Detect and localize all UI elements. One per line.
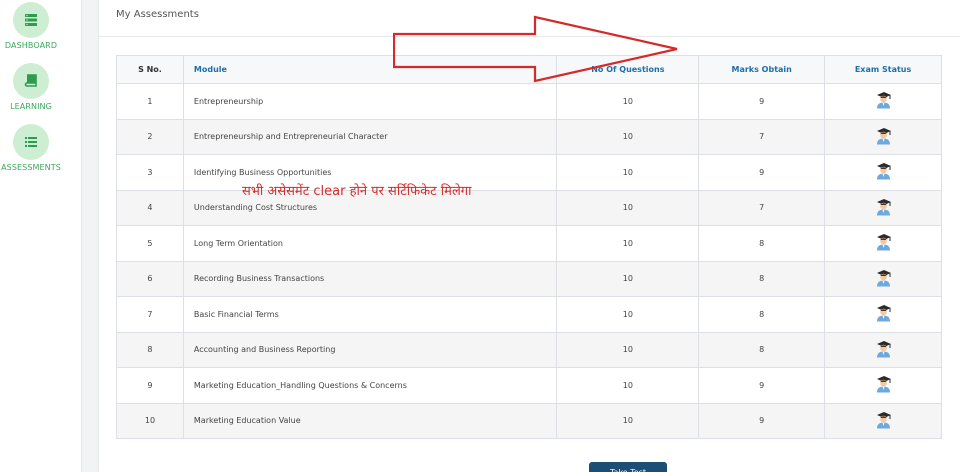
cell-marks: 8	[698, 225, 826, 262]
cell-module: Accounting and Business Reporting	[182, 331, 558, 368]
cell-questions: 10	[556, 367, 700, 404]
cell-marks: 9	[698, 402, 826, 439]
cell-sno: 4	[116, 189, 184, 226]
table-row: 6 Recording Business Transactions 10 8	[116, 260, 942, 297]
cell-questions: 10	[556, 225, 700, 262]
cell-questions: 10	[556, 83, 700, 120]
cell-questions: 10	[556, 260, 700, 297]
student-graduate-icon[interactable]	[875, 304, 892, 324]
cell-status	[824, 189, 942, 226]
table-row: 4 Understanding Cost Structures 10 7	[116, 189, 942, 226]
cell-sno: 10	[116, 402, 184, 439]
cell-module: Entrepreneurship and Entrepreneurial Cha…	[182, 118, 558, 155]
annotation-arrow	[393, 15, 678, 83]
cell-sno: 6	[116, 260, 184, 297]
cell-marks: 9	[698, 367, 826, 404]
cell-module: Basic Financial Terms	[182, 296, 558, 333]
table-row: 2 Entrepreneurship and Entrepreneurial C…	[116, 118, 942, 155]
student-graduate-icon[interactable]	[875, 162, 892, 182]
cell-marks: 8	[698, 331, 826, 368]
sidebar-item-label: DASHBOARD	[4, 41, 58, 50]
page-title: My Assessments	[116, 9, 199, 20]
cell-sno: 1	[116, 83, 184, 120]
table-row: 1 Entrepreneurship 10 9	[116, 83, 942, 120]
sidebar: DASHBOARD LEARNING ASSESSMENTS	[0, 0, 82, 472]
sidebar-item-label: ASSESSMENTS	[1, 163, 61, 172]
table-row: 10 Marketing Education Value 10 9	[116, 402, 942, 439]
student-graduate-icon[interactable]	[875, 198, 892, 218]
assessments-table: S No. Module No Of Questions Marks Obtai…	[116, 55, 942, 439]
student-graduate-icon[interactable]	[875, 375, 892, 395]
student-graduate-icon[interactable]	[875, 269, 892, 289]
table-row: 3 Identifying Business Opportunities 10 …	[116, 154, 942, 191]
cell-sno: 5	[116, 225, 184, 262]
take-test-button[interactable]: Take Test	[589, 462, 667, 472]
cell-questions: 10	[556, 296, 700, 333]
student-graduate-icon[interactable]	[875, 411, 892, 431]
table-row: 5 Long Term Orientation 10 8	[116, 225, 942, 262]
cell-module: Entrepreneurship	[182, 83, 558, 120]
list-icon	[13, 124, 49, 160]
column-header-status: Exam Status	[824, 55, 942, 84]
student-graduate-icon[interactable]	[875, 91, 892, 111]
cell-questions: 10	[556, 154, 700, 191]
cell-module: Marketing Education Value	[182, 402, 558, 439]
column-header-marks: Marks Obtain	[698, 55, 826, 84]
student-graduate-icon[interactable]	[875, 340, 892, 360]
dashboard-icon	[13, 2, 49, 38]
cell-questions: 10	[556, 402, 700, 439]
sidebar-item-label: LEARNING	[10, 102, 52, 111]
cell-status	[824, 83, 942, 120]
cell-module: Long Term Orientation	[182, 225, 558, 262]
cell-status	[824, 367, 942, 404]
cell-status	[824, 260, 942, 297]
cell-sno: 7	[116, 296, 184, 333]
cell-marks: 8	[698, 260, 826, 297]
cell-questions: 10	[556, 118, 700, 155]
cell-status	[824, 402, 942, 439]
sidebar-item-assessments[interactable]: ASSESSMENTS	[0, 124, 62, 172]
cell-module: Marketing Education_Handling Questions &…	[182, 367, 558, 404]
cell-status	[824, 118, 942, 155]
certificate-annotation: सभी असेसमेंट clear होने पर सर्टिफिकेट मि…	[242, 184, 472, 199]
cell-marks: 8	[698, 296, 826, 333]
cell-questions: 10	[556, 331, 700, 368]
table-row: 7 Basic Financial Terms 10 8	[116, 296, 942, 333]
cell-module: Recording Business Transactions	[182, 260, 558, 297]
cell-status	[824, 154, 942, 191]
cell-questions: 10	[556, 189, 700, 226]
cell-marks: 9	[698, 154, 826, 191]
assessments-panel: My Assessments S No. Module No Of Questi…	[98, 0, 960, 472]
book-icon	[13, 63, 49, 99]
cell-status	[824, 296, 942, 333]
cell-sno: 9	[116, 367, 184, 404]
student-graduate-icon[interactable]	[875, 233, 892, 253]
cell-marks: 9	[698, 83, 826, 120]
student-graduate-icon[interactable]	[875, 127, 892, 147]
cell-sno: 8	[116, 331, 184, 368]
cell-marks: 7	[698, 118, 826, 155]
sidebar-item-dashboard[interactable]: DASHBOARD	[0, 2, 62, 50]
sidebar-item-learning[interactable]: LEARNING	[0, 63, 62, 111]
table-row: 8 Accounting and Business Reporting 10 8	[116, 331, 942, 368]
cell-status	[824, 331, 942, 368]
cell-status	[824, 225, 942, 262]
cell-marks: 7	[698, 189, 826, 226]
cell-sno: 3	[116, 154, 184, 191]
column-header-sno: S No.	[116, 55, 184, 84]
cell-sno: 2	[116, 118, 184, 155]
table-row: 9 Marketing Education_Handling Questions…	[116, 367, 942, 404]
